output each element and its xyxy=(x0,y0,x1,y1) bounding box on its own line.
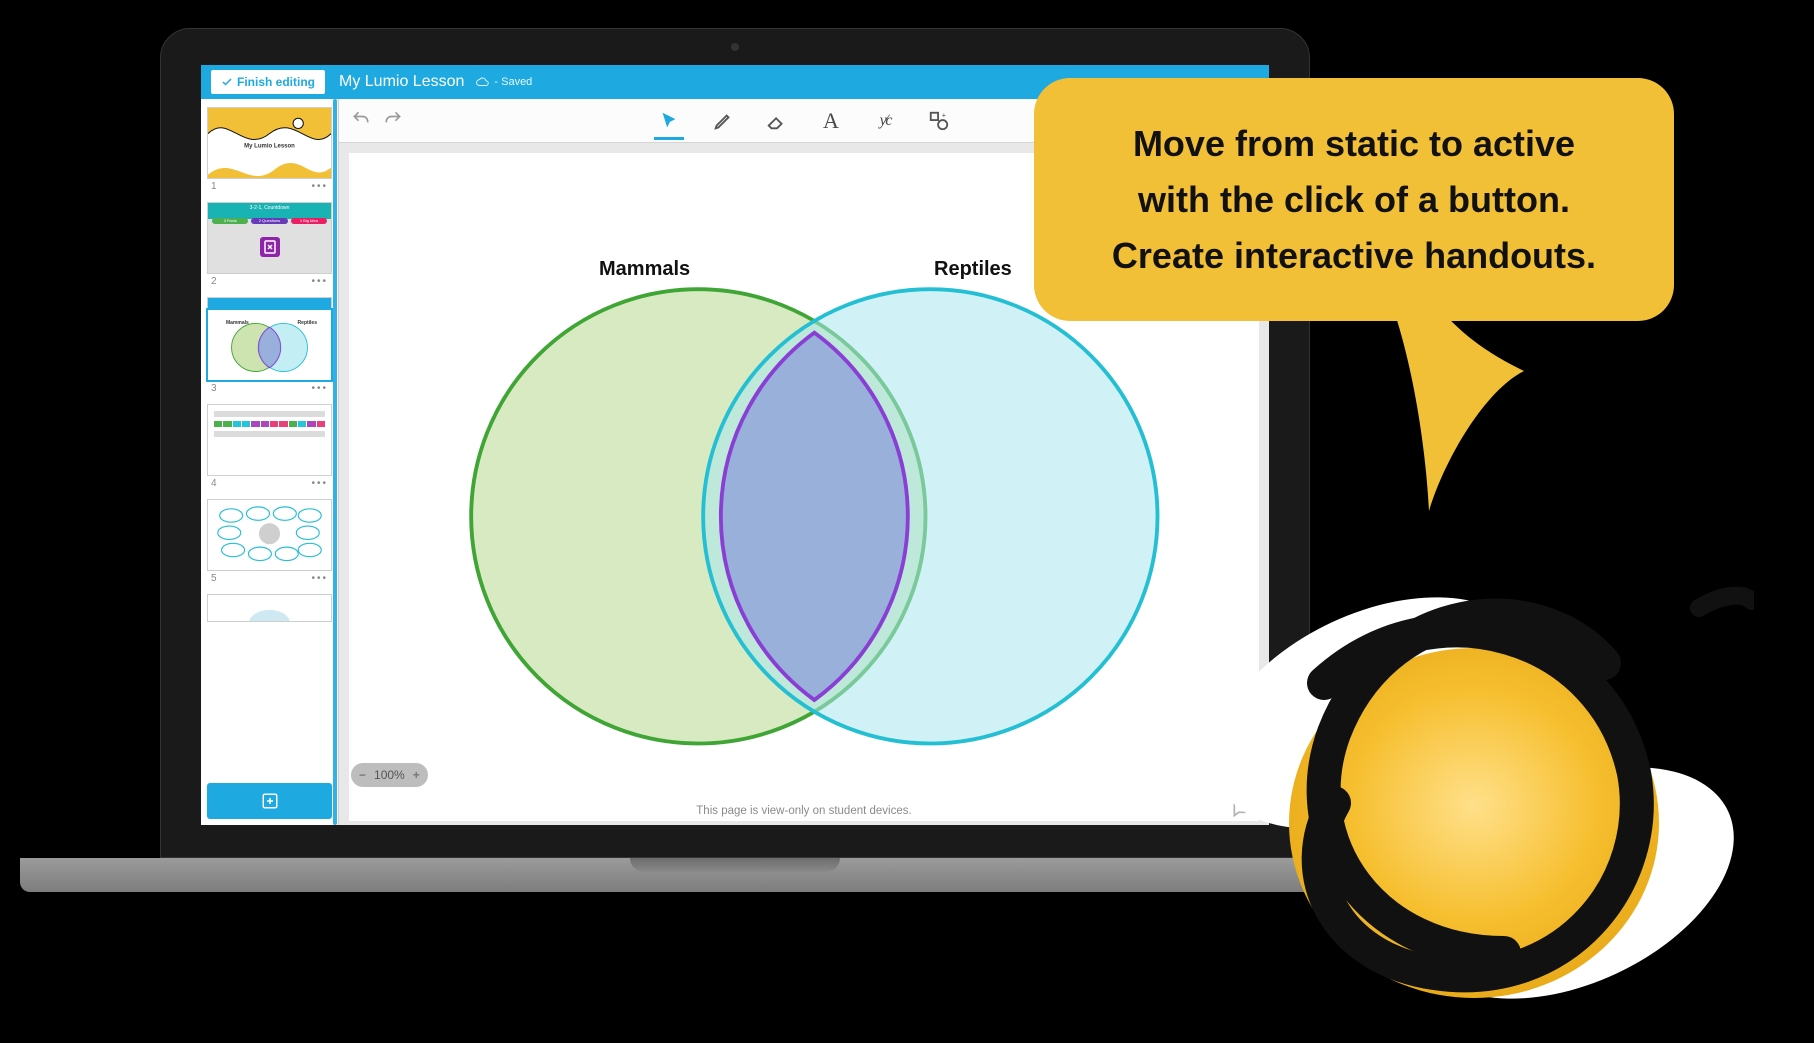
tool-select[interactable] xyxy=(656,104,682,138)
footer-note: This page is view-only on student device… xyxy=(339,805,1269,817)
slide-thumb-5[interactable]: 5 ••• xyxy=(207,499,332,590)
finish-editing-button[interactable]: Finish editing xyxy=(211,70,325,94)
thumb4-menu-icon[interactable]: ••• xyxy=(311,478,328,489)
slide-thumb-1[interactable]: My Lumio Lesson 1 ••• xyxy=(207,107,332,198)
math-icon: y∕c xyxy=(880,112,891,130)
venn-label-left[interactable]: Mammals xyxy=(599,258,690,281)
bubble-line-3: Create interactive handouts. xyxy=(1080,228,1628,284)
thumb3-number: 3 xyxy=(211,383,217,394)
thumb1-menu-icon[interactable]: ••• xyxy=(311,181,328,192)
slide-thumb-2[interactable]: 3-2-1, Countdown 3 Facts 2 Questions 1 B… xyxy=(207,202,332,293)
finish-editing-label: Finish editing xyxy=(237,75,315,89)
bee-mascot xyxy=(1134,523,1754,1043)
zoom-out-icon[interactable]: − xyxy=(359,768,366,782)
lesson-title[interactable]: My Lumio Lesson xyxy=(339,73,464,91)
tool-math[interactable]: y∕c xyxy=(872,104,898,138)
pointer-icon xyxy=(658,110,680,132)
thumb1-title: My Lumio Lesson xyxy=(244,143,295,150)
undo-icon[interactable] xyxy=(351,109,371,129)
thumb5-number: 5 xyxy=(211,573,217,584)
thumb2-pill-2: 2 Questions xyxy=(251,218,287,224)
tool-pen[interactable] xyxy=(710,104,736,138)
pen-icon xyxy=(712,110,734,132)
rail-scrollbar[interactable] xyxy=(333,99,337,825)
slide-rail: My Lumio Lesson 1 ••• 3-2-1, Countdown xyxy=(201,99,339,825)
shapes-icon: + xyxy=(928,110,950,132)
text-icon: A xyxy=(823,108,839,134)
slide-thumb-4[interactable]: 4 ••• xyxy=(207,404,332,495)
thumb1-number: 1 xyxy=(211,181,217,192)
slide-thumb-3-selected-bar xyxy=(207,297,332,309)
tool-shapes[interactable]: + xyxy=(926,104,952,138)
thumb4-cells xyxy=(214,421,325,427)
thumb2-pill-1: 3 Facts xyxy=(212,218,248,224)
zoom-value: 100% xyxy=(374,768,405,782)
bubble-line-1: Move from static to active xyxy=(1080,116,1628,172)
redo-icon[interactable] xyxy=(383,109,403,129)
bubble-line-2: with the click of a button. xyxy=(1080,172,1628,228)
plus-icon xyxy=(261,792,279,810)
slide-thumb-3[interactable]: Mammals Reptiles 3 ••• xyxy=(207,309,332,400)
thumb4-number: 4 xyxy=(211,478,217,489)
thumb6-peek-art xyxy=(208,595,331,621)
thumb2-number: 2 xyxy=(211,276,217,287)
speech-bubble: Move from static to active with the clic… xyxy=(1034,78,1674,321)
thumb5-bubbles xyxy=(212,504,327,565)
save-status: - Saved xyxy=(476,76,532,88)
zoom-in-icon[interactable]: + xyxy=(413,768,420,782)
thumb3-left: Mammals xyxy=(226,320,249,326)
slide-thumb-6-peek[interactable] xyxy=(207,594,332,622)
svg-text:+: + xyxy=(942,110,946,119)
cloud-icon xyxy=(476,77,490,87)
zoom-control[interactable]: − 100% + xyxy=(351,763,428,787)
slide-thumb-list[interactable]: My Lumio Lesson 1 ••• 3-2-1, Countdown xyxy=(201,99,338,777)
eraser-icon xyxy=(766,110,788,132)
speech-bubble-tail xyxy=(1374,301,1554,511)
thumb3-menu-icon[interactable]: ••• xyxy=(311,383,328,394)
thumb2-title: 3-2-1, Countdown xyxy=(208,203,331,219)
thumb2-icon xyxy=(260,237,280,257)
add-page-button[interactable] xyxy=(207,783,332,819)
save-status-label: - Saved xyxy=(494,76,532,88)
tool-text[interactable]: A xyxy=(818,104,844,138)
check-icon xyxy=(221,76,233,88)
camera-dot xyxy=(731,43,739,51)
venn-label-right[interactable]: Reptiles xyxy=(934,258,1012,281)
thumb5-menu-icon[interactable]: ••• xyxy=(311,573,328,584)
thumb2-pill-3: 1 Big Idea xyxy=(291,218,327,224)
thumb2-menu-icon[interactable]: ••• xyxy=(311,276,328,287)
tool-eraser[interactable] xyxy=(764,104,790,138)
thumb3-right: Reptiles xyxy=(298,320,317,326)
